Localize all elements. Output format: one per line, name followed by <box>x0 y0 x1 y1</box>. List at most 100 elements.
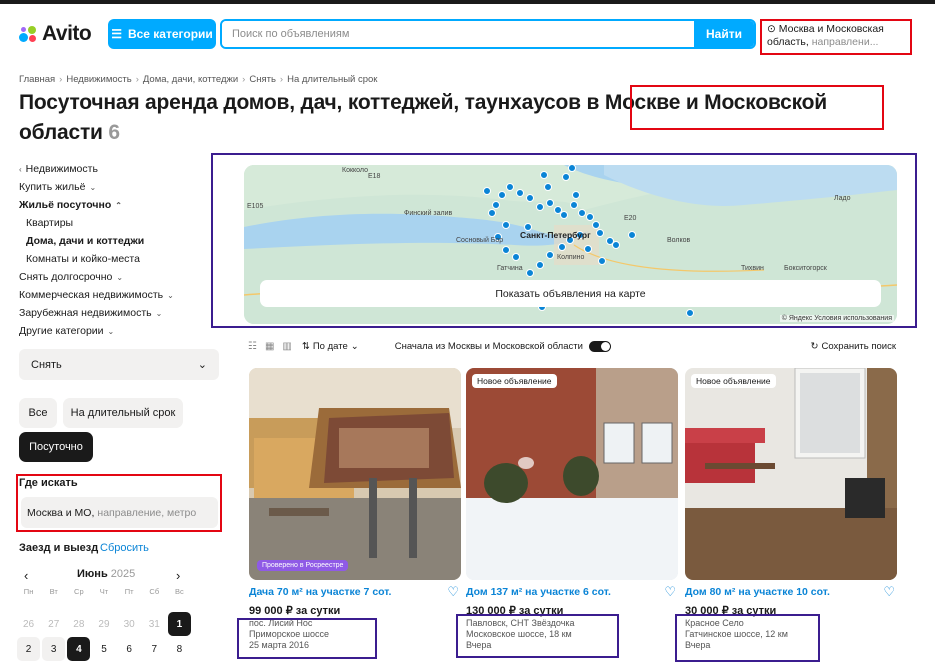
map-marker[interactable] <box>586 213 594 221</box>
listings-map[interactable]: Санкт-Петербург Кокколо Финский залив Со… <box>244 165 897 324</box>
map-marker[interactable] <box>483 187 491 195</box>
listing-title[interactable]: Дом 137 м² на участке 6 сот. <box>466 586 611 598</box>
breadcrumb-item[interactable]: Главная <box>19 74 55 85</box>
show-on-map-button[interactable]: Показать объявления на карте <box>260 280 881 307</box>
map-marker[interactable] <box>572 191 580 199</box>
map-marker[interactable] <box>560 211 568 219</box>
photo-living-room <box>685 368 897 580</box>
location-selector[interactable]: ⊙ Москва и Московская область, направлен… <box>760 19 912 55</box>
listing-card[interactable]: Проверено в Росреестре Дача 70 м² на уча… <box>249 368 461 650</box>
sidebar-item-commercial[interactable]: Коммерческая недвижимость ⌄ <box>19 286 219 304</box>
map-marker[interactable] <box>540 171 548 179</box>
calendar-day[interactable]: 1 <box>167 612 191 636</box>
map-marker[interactable] <box>502 246 510 254</box>
listing-card[interactable]: Новое объявление Дом 80 м² на участке 10… <box>685 368 897 650</box>
map-marker[interactable] <box>598 257 606 265</box>
calendar-day[interactable]: 8 <box>168 637 191 661</box>
map-marker[interactable] <box>628 231 636 239</box>
map-marker[interactable] <box>592 221 600 229</box>
search-button[interactable]: Найти <box>694 21 754 47</box>
map-marker[interactable] <box>526 194 534 202</box>
calendar-year: 2025 <box>110 568 136 580</box>
results-toolbar: ☷ ▦ ▥ ⇅ По дате ⌄ Сначала из Москвы и Мо… <box>248 339 896 353</box>
calendar-day[interactable]: 3 <box>42 637 66 661</box>
results-count: 6 <box>108 121 120 144</box>
deal-type-select[interactable]: Снять ⌄ <box>19 349 219 380</box>
map-marker[interactable] <box>554 206 562 214</box>
calendar-day[interactable]: 2 <box>17 637 41 661</box>
chip-long-term[interactable]: На длительный срок <box>63 398 183 428</box>
map-marker[interactable] <box>546 251 554 259</box>
avito-logo[interactable]: Avito <box>18 22 92 46</box>
listing-photo[interactable]: Новое объявление <box>685 368 897 580</box>
map-marker[interactable] <box>512 253 520 261</box>
sidebar-item-realty[interactable]: ‹ Недвижимость <box>19 160 219 178</box>
sidebar-item-long-rent[interactable]: Снять долгосрочно ⌄ <box>19 268 219 286</box>
map-marker[interactable] <box>488 209 496 217</box>
dates-reset-link[interactable]: Сбросить <box>100 542 149 554</box>
listing-photo[interactable]: Новое объявление <box>466 368 678 580</box>
map-marker[interactable] <box>686 309 694 317</box>
map-marker[interactable] <box>558 243 566 251</box>
breadcrumb-item[interactable]: Снять <box>249 74 276 85</box>
map-marker[interactable] <box>498 191 506 199</box>
map-marker[interactable] <box>536 261 544 269</box>
map-marker[interactable] <box>546 199 554 207</box>
map-marker[interactable] <box>584 245 592 253</box>
map-marker[interactable] <box>596 229 604 237</box>
calendar-day[interactable]: 7 <box>143 637 166 661</box>
chip-daily[interactable]: Посуточно <box>19 432 93 462</box>
heart-icon[interactable]: ♡ <box>447 584 459 600</box>
moscow-first-toggle[interactable] <box>588 340 611 352</box>
calendar-day[interactable]: 4 <box>67 637 91 661</box>
calendar-day: 30 <box>123 618 135 630</box>
calendar-day[interactable]: 5 <box>92 637 115 661</box>
map-marker[interactable] <box>506 183 514 191</box>
location-region: область, <box>767 36 809 48</box>
map-marker[interactable] <box>578 209 586 217</box>
sidebar-item-label: Снять долгосрочно <box>19 271 113 283</box>
heart-icon[interactable]: ♡ <box>664 584 676 600</box>
breadcrumb-item[interactable]: На длительный срок <box>287 74 377 85</box>
grid-view-icon[interactable]: ▦ <box>265 341 274 352</box>
map-marker[interactable] <box>570 201 578 209</box>
sidebar-item-daily[interactable]: Жильё посуточно ⌃ <box>19 196 219 214</box>
map-marker[interactable] <box>568 165 576 172</box>
sidebar-item-houses[interactable]: Дома, дачи и коттеджи <box>19 232 219 250</box>
map-view-icon[interactable]: ▥ <box>282 341 291 352</box>
map-label: Бокситогорск <box>784 265 827 272</box>
chip-all[interactable]: Все <box>19 398 57 428</box>
map-marker[interactable] <box>492 201 500 209</box>
map-marker[interactable] <box>516 189 524 197</box>
sidebar-item-apartments[interactable]: Квартиры <box>19 214 219 232</box>
calendar-day[interactable]: 6 <box>118 637 141 661</box>
heart-icon[interactable]: ♡ <box>883 584 895 600</box>
new-listing-badge: Новое объявление <box>691 374 776 388</box>
listing-photo[interactable]: Проверено в Росреестре <box>249 368 461 580</box>
map-marker[interactable] <box>536 203 544 211</box>
all-categories-button[interactable]: ☰ Все категории <box>108 19 216 49</box>
map-marker[interactable] <box>502 221 510 229</box>
sort-selector[interactable]: ⇅ По дате ⌄ <box>302 341 359 352</box>
save-search-label: Сохранить поиск <box>821 340 897 352</box>
search-input[interactable] <box>222 21 694 47</box>
save-search-button[interactable]: ↻ Сохранить поиск <box>811 341 896 352</box>
map-marker[interactable] <box>562 173 570 181</box>
sidebar-item-foreign[interactable]: Зарубежная недвижимость ⌄ <box>19 304 219 322</box>
breadcrumb-item[interactable]: Дома, дачи, коттеджи <box>143 74 238 85</box>
breadcrumb-item[interactable]: Недвижимость <box>66 74 131 85</box>
sidebar-item-other[interactable]: Другие категории ⌄ <box>19 322 219 340</box>
calendar-prev-icon[interactable]: ‹ <box>24 568 28 583</box>
listing-title[interactable]: Дом 80 м² на участке 10 сот. <box>685 586 830 598</box>
map-marker[interactable] <box>526 269 534 277</box>
sidebar-item-buy[interactable]: Купить жильё ⌄ <box>19 178 219 196</box>
list-view-icon[interactable]: ☷ <box>248 341 257 352</box>
listing-card[interactable]: Новое объявление Дом 137 м² на участке 6… <box>466 368 678 650</box>
calendar-next-icon[interactable]: › <box>176 568 180 583</box>
listing-title[interactable]: Дача 70 м² на участке 7 сот. <box>249 586 391 598</box>
where-input[interactable]: Москва и МО, направление, метро <box>21 497 218 528</box>
map-marker[interactable] <box>544 183 552 191</box>
map-copyright[interactable]: © Яндекс Условия использования <box>779 315 894 322</box>
map-marker[interactable] <box>612 241 620 249</box>
sidebar-item-rooms[interactable]: Комнаты и койко-места <box>19 250 219 268</box>
